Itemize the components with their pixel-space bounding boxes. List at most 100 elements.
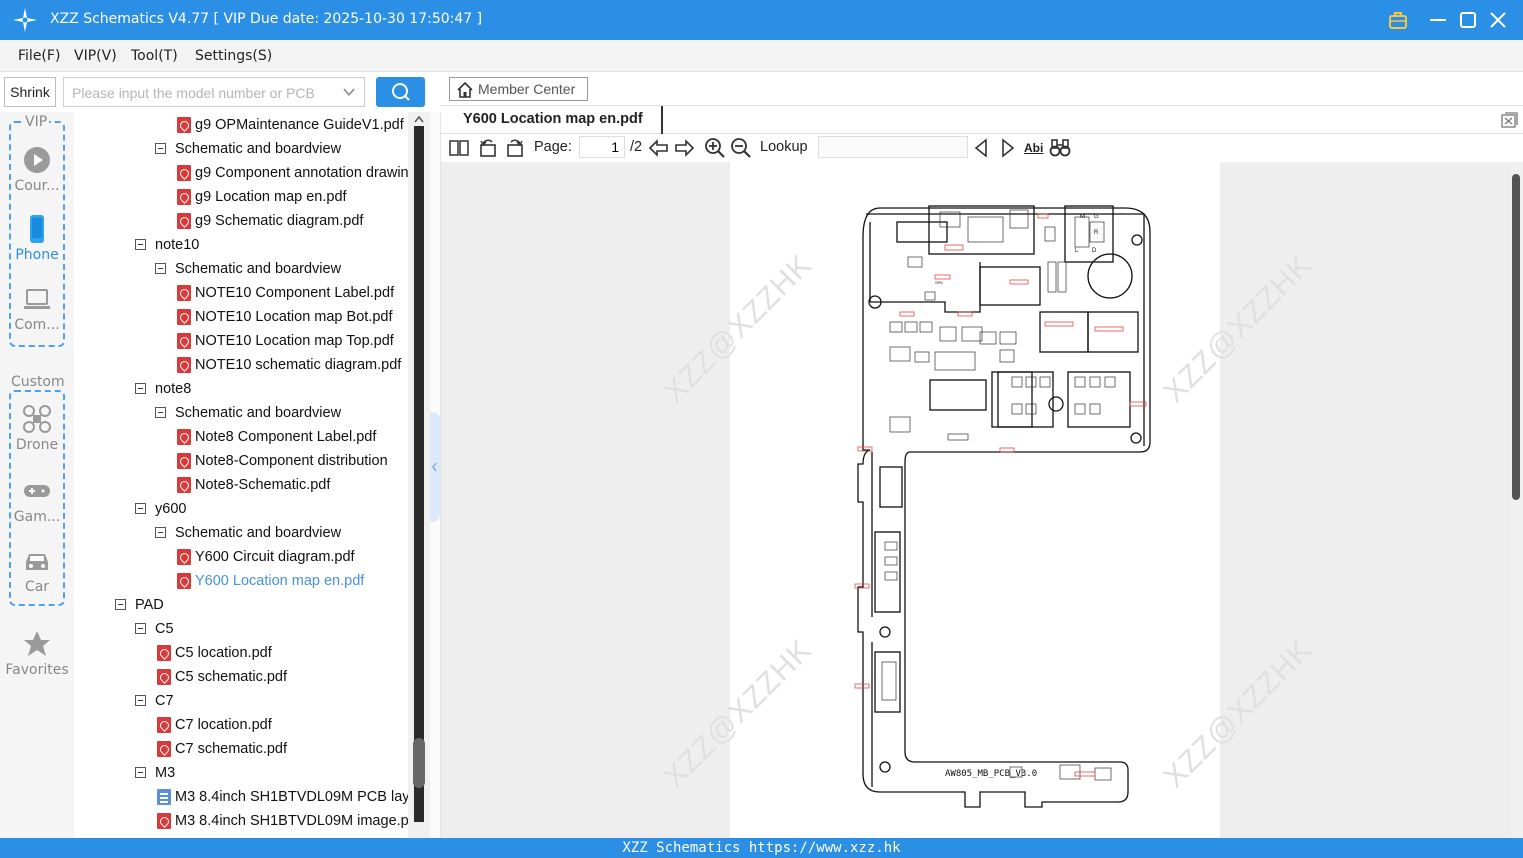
maximize-icon[interactable] <box>1456 8 1480 32</box>
title-bar: XZZ Schematics V4.77 [ VIP Due date: 202… <box>0 0 1523 40</box>
tree-folder-schematic-and-boardview[interactable]: Schematic and boardview <box>74 137 408 161</box>
tree-file-y600-circuit-diagram-pdf[interactable]: Y600 Circuit diagram.pdf <box>74 545 408 569</box>
tree-folder-schematic-and-boardview[interactable]: Schematic and boardview <box>74 521 408 545</box>
tree-item-label: C5 schematic.pdf <box>175 669 288 685</box>
rotate-right-icon[interactable] <box>503 136 527 160</box>
rotate-left-icon[interactable] <box>476 136 500 160</box>
close-icon[interactable] <box>1486 8 1510 32</box>
prev-page-icon[interactable] <box>647 136 671 160</box>
tree-folder-c5[interactable]: C5 <box>74 617 408 641</box>
tree-scroll-track[interactable] <box>414 126 424 822</box>
document-scrollbar[interactable] <box>1509 162 1523 838</box>
tree-file-y600-location-map-en-pdf[interactable]: Y600 Location map en.pdf <box>74 569 408 593</box>
search-input[interactable] <box>72 83 332 103</box>
menu-vip[interactable]: VIP(V) <box>74 48 117 64</box>
tree-file-note10-location-map-bot-pdf[interactable]: NOTE10 Location map Bot.pdf <box>74 305 408 329</box>
tree-item-label: M3 8.4inch SH1BTVDL09M image.pdf <box>175 813 408 829</box>
document-viewport[interactable]: M G R L D SPK AW805_MB_PCB_V3.0 XZZ@XZZH… <box>441 162 1509 838</box>
tree-file-g9-schematic-diagram-pdf[interactable]: g9 Schematic diagram.pdf <box>74 209 408 233</box>
tree-scrollbar[interactable] <box>408 112 430 838</box>
find-prev-icon[interactable] <box>969 136 993 160</box>
page-label: Page: <box>534 139 572 155</box>
menu-settings[interactable]: Settings(S) <box>195 48 272 64</box>
tree-file-note8-component-distribution[interactable]: Note8-Component distribution <box>74 449 408 473</box>
tree-file-c7-schematic-pdf[interactable]: C7 schematic.pdf <box>74 737 408 761</box>
minimize-icon[interactable] <box>1426 8 1450 32</box>
collapse-toggle-icon[interactable] <box>155 527 166 538</box>
tree-folder-schematic-and-boardview[interactable]: Schematic and boardview <box>74 401 408 425</box>
tab-y600-location-map[interactable]: Y600 Location map en.pdf <box>449 106 663 134</box>
nav-game[interactable]: Gam... <box>0 476 74 525</box>
chevron-down-icon[interactable] <box>342 85 356 99</box>
tree-file-c7-location-pdf[interactable]: C7 location.pdf <box>74 713 408 737</box>
tree-file-g9-opmaintenance-guidev1-pdf[interactable]: g9 OPMaintenance GuideV1.pdf <box>74 113 408 137</box>
menu-tool[interactable]: Tool(T) <box>131 48 178 64</box>
collapse-toggle-icon[interactable] <box>155 143 166 154</box>
nav-car-label: Car <box>24 579 50 595</box>
tree-file-m3-8-4inch-sh1btvdl09m-image-pdf[interactable]: M3 8.4inch SH1BTVDL09M image.pdf <box>74 809 408 833</box>
zoom-in-icon[interactable] <box>703 136 727 160</box>
collapse-toggle-icon[interactable] <box>155 407 166 418</box>
tree-folder-schematic-and-boardview[interactable]: Schematic and boardview <box>74 257 408 281</box>
nav-computer[interactable]: Com... <box>0 284 74 333</box>
next-page-icon[interactable] <box>672 136 696 160</box>
tree-file-g9-component-annotation-drawing-pdf[interactable]: g9 Component annotation drawing.pdf <box>74 161 408 185</box>
collapse-toggle-icon[interactable] <box>135 767 146 778</box>
tree-file-c5-location-pdf[interactable]: C5 location.pdf <box>74 641 408 665</box>
tree-folder-pad[interactable]: PAD <box>74 593 408 617</box>
nav-phone[interactable]: Phone <box>0 214 74 263</box>
pdf-icon <box>177 429 191 445</box>
dual-page-icon[interactable] <box>447 136 471 160</box>
lookup-input[interactable] <box>818 136 968 158</box>
tree-file-note10-component-label-pdf[interactable]: NOTE10 Component Label.pdf <box>74 281 408 305</box>
tree-scroll-thumb[interactable] <box>413 738 425 788</box>
scroll-up-icon[interactable] <box>413 114 425 124</box>
tree-file-c5-schematic-pdf[interactable]: C5 schematic.pdf <box>74 665 408 689</box>
tree-file-note10-schematic-diagram-pdf[interactable]: NOTE10 schematic diagram.pdf <box>74 353 408 377</box>
find-next-icon[interactable] <box>996 136 1020 160</box>
collapse-toggle-icon[interactable] <box>135 623 146 634</box>
collapse-toggle-icon[interactable] <box>135 239 146 250</box>
tree-file-g9-location-map-en-pdf[interactable]: g9 Location map en.pdf <box>74 185 408 209</box>
close-tabs-icon[interactable] <box>1499 110 1519 130</box>
match-case-icon[interactable]: Abi <box>1024 141 1043 155</box>
tree-folder-y600[interactable]: y600 <box>74 497 408 521</box>
menu-file[interactable]: File(F) <box>18 48 60 64</box>
tree-folder-m3[interactable]: M3 <box>74 761 408 785</box>
tree-item-label: Y600 Circuit diagram.pdf <box>195 549 355 565</box>
briefcase-icon[interactable] <box>1386 8 1410 32</box>
panel-splitter[interactable] <box>430 112 441 838</box>
nav-courses-label: Cour... <box>14 178 60 194</box>
search-combobox[interactable] <box>63 77 365 107</box>
search-button[interactable] <box>376 77 425 107</box>
collapse-toggle-icon[interactable] <box>115 599 126 610</box>
zoom-out-icon[interactable] <box>729 136 753 160</box>
nav-courses[interactable]: Cour... <box>0 145 74 194</box>
board-label: AW805_MB_PCB_V3.0 <box>945 769 1037 779</box>
collapse-toggle-icon[interactable] <box>135 383 146 394</box>
tree-file-note10-location-map-top-pdf[interactable]: NOTE10 Location map Top.pdf <box>74 329 408 353</box>
tree-file-note8-component-label-pdf[interactable]: Note8 Component Label.pdf <box>74 425 408 449</box>
nav-car[interactable]: Car <box>0 546 74 595</box>
member-center-button[interactable]: Member Center <box>449 77 588 101</box>
tree-item-label: NOTE10 Location map Bot.pdf <box>195 309 393 325</box>
collapse-toggle-icon[interactable] <box>155 263 166 274</box>
splitter-handle[interactable] <box>430 412 440 522</box>
svg-text:R: R <box>1094 230 1099 236</box>
page-number-input[interactable] <box>579 136 625 158</box>
tree-folder-note10[interactable]: note10 <box>74 233 408 257</box>
shrink-button[interactable]: Shrink <box>4 77 56 107</box>
svg-text:G: G <box>1094 214 1099 220</box>
tree-item-label: g9 Component annotation drawing.pdf <box>195 165 408 181</box>
tree-folder-note8[interactable]: note8 <box>74 377 408 401</box>
nav-computer-label: Com... <box>14 317 60 333</box>
tree-folder-c7[interactable]: C7 <box>74 689 408 713</box>
tree-file-note8-schematic-pdf[interactable]: Note8-Schematic.pdf <box>74 473 408 497</box>
binoculars-icon[interactable] <box>1048 136 1072 160</box>
collapse-toggle-icon[interactable] <box>135 503 146 514</box>
tree-file-m3-8-4inch-sh1btvdl09m-pcb-layout[interactable]: M3 8.4inch SH1BTVDL09M PCB layout <box>74 785 408 809</box>
document-scroll-thumb[interactable] <box>1512 174 1520 500</box>
collapse-toggle-icon[interactable] <box>135 695 146 706</box>
nav-favorites[interactable]: Favorites <box>0 629 74 678</box>
nav-drone[interactable]: Drone <box>0 404 74 453</box>
